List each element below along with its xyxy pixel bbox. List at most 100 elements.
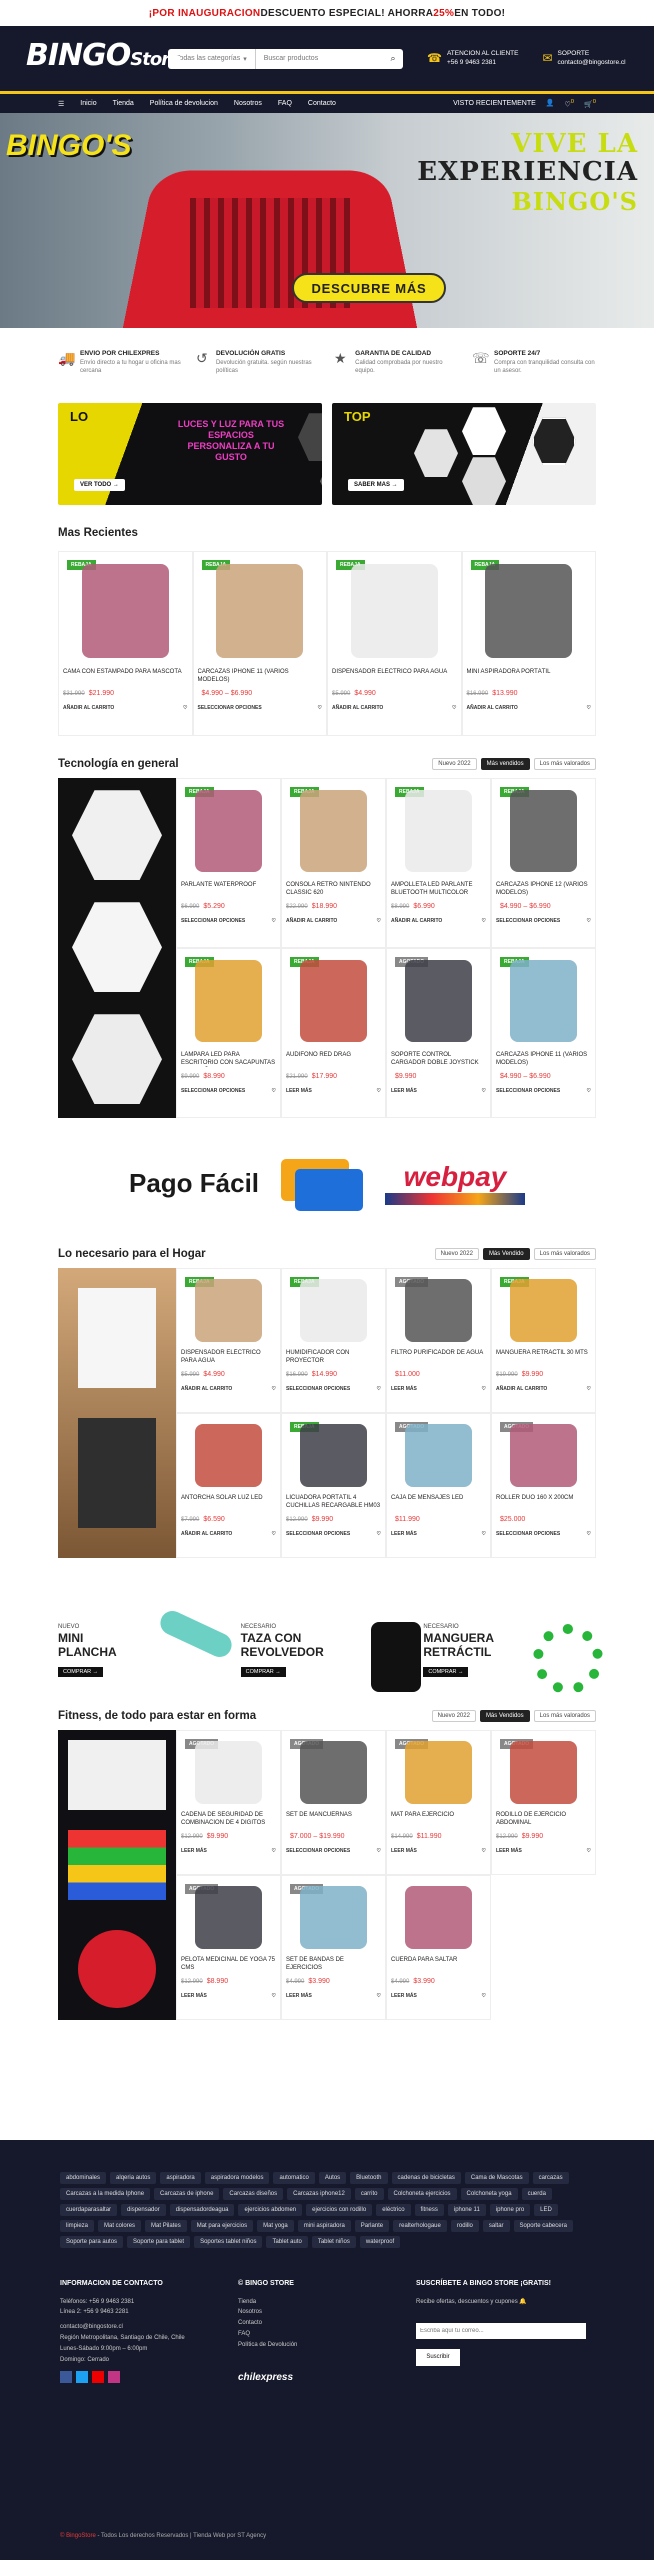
tag-link[interactable]: saltar — [482, 2220, 510, 2232]
product-card[interactable]: ANTORCHA SOLAR LUZ LED $7.990 $6.590 AÑAD… — [176, 1413, 281, 1559]
product-image[interactable]: AGOTADO — [286, 1735, 381, 1809]
tag-link[interactable]: fitness — [414, 2204, 444, 2216]
product-card[interactable]: AGOTADO MAT PARA EJERCICIO $14.990$11.99… — [386, 1730, 491, 1876]
buy-button[interactable]: COMPRAR → — [423, 1666, 469, 1677]
add-to-cart-button[interactable]: AÑADIR AL CARRITO — [181, 1531, 232, 1537]
tag-link[interactable]: iphone 11 — [447, 2204, 486, 2216]
footer-email[interactable]: contacto@bingostore.cl — [60, 2322, 238, 2333]
product-image[interactable]: AGOTADO — [496, 1735, 591, 1809]
attention-phone[interactable]: +56 9 9463 2381 — [447, 59, 519, 68]
product-card[interactable]: AGOTADO ROLLER DUO 160 x 200cm $25.000 S… — [491, 1413, 596, 1559]
product-card[interactable]: REBAJA CONSOLA RETRO NINTENDO CLASSIC 62… — [281, 778, 386, 949]
add-to-cart-button[interactable]: SELECCIONAR OPCIONES — [496, 918, 560, 924]
tag-link[interactable]: Carcazas a la medida Iphone — [60, 2188, 151, 2200]
filter-top-rated[interactable]: Los más valorados — [533, 758, 596, 771]
nav-contacto[interactable]: Contacto — [308, 100, 336, 107]
product-image[interactable]: REBAJA — [496, 1273, 591, 1347]
site-logo[interactable]: BINGOStore — [26, 38, 181, 80]
tag-link[interactable]: Mat yoga — [257, 2220, 294, 2232]
tag-link[interactable]: cadenas de bicicletas — [391, 2172, 461, 2184]
wishlist-icon[interactable]: ♡ — [272, 1088, 276, 1094]
wishlist-icon[interactable]: ♡ — [318, 705, 322, 711]
product-image[interactable]: REBAJA — [286, 783, 381, 879]
tag-link[interactable]: Tablet auto — [266, 2236, 308, 2248]
tag-link[interactable]: aspiradora modelos — [204, 2172, 270, 2184]
add-to-cart-button[interactable]: SELECCIONAR OPCIONES — [198, 705, 262, 711]
filter-new[interactable]: Nuevo 2022 — [432, 758, 477, 771]
product-image[interactable]: REBAJA — [181, 1273, 276, 1347]
tag-link[interactable]: iphone pro — [489, 2204, 531, 2216]
add-to-cart-button[interactable]: AÑADIR AL CARRITO — [467, 705, 518, 711]
product-name[interactable]: Dispensador eléctrico para agua — [181, 1349, 276, 1365]
promo-manguera[interactable]: NECESARIO MANGUERA RETRÁCTIL COMPRAR → — [423, 1614, 604, 1698]
product-name[interactable]: Licuadora Portátil 4 Cuchillas Recargabl… — [286, 1494, 381, 1510]
tag-link[interactable]: carrito — [354, 2188, 384, 2200]
filter-new[interactable]: Nuevo 2022 — [434, 1248, 479, 1261]
product-card[interactable]: REBAJA CARCAZAS IPHONE 12 (VARIOS MODELO… — [491, 778, 596, 949]
wishlist-icon[interactable]: ♡ — [482, 1993, 486, 1999]
wishlist-icon[interactable]: ♡ — [377, 1531, 381, 1537]
product-name[interactable]: MINI ASPIRADORA PORTÁTIL — [467, 668, 592, 684]
tag-link[interactable]: Soportes tablet niños — [194, 2236, 263, 2248]
wishlist-icon[interactable]: ♡ — [377, 1386, 381, 1392]
tag-link[interactable]: Parlante — [354, 2220, 390, 2232]
footer-link-politica[interactable]: Política de Devolución — [238, 2340, 416, 2351]
view-all-button[interactable]: VER TODO → — [74, 479, 125, 492]
add-to-cart-button[interactable]: AÑADIR AL CARRITO — [332, 705, 383, 711]
tag-link[interactable]: Soporte cabecera — [513, 2220, 573, 2232]
product-image[interactable]: AGOTADO — [391, 953, 486, 1049]
learn-more-button[interactable]: SABER MAS → — [348, 479, 404, 492]
wishlist-icon[interactable]: ♡ — [482, 1386, 486, 1392]
product-image[interactable]: AGOTADO — [286, 1880, 381, 1954]
tag-link[interactable]: ejercicios con rodillo — [306, 2204, 373, 2216]
add-to-cart-button[interactable]: AÑADIR AL CARRITO — [181, 1386, 232, 1392]
product-image[interactable]: REBAJA — [496, 953, 591, 1049]
footer-link-contacto[interactable]: Contacto — [238, 2318, 416, 2329]
wishlist-icon[interactable]: ♡ — [183, 705, 187, 711]
product-name[interactable]: CADENA DE SEGURIDAD DE COMBINACION DE 4 … — [181, 1811, 276, 1827]
wishlist-icon[interactable]: ♡ — [452, 705, 456, 711]
footer-link-faq[interactable]: FAQ — [238, 2329, 416, 2340]
product-name[interactable]: HUMIDIFICADOR CON PROYECTOR — [286, 1349, 381, 1365]
product-card[interactable]: AGOTADO RODILLO DE EJERCICIO ABDOMINAL $… — [491, 1730, 596, 1876]
user-icon[interactable]: 👤 — [546, 99, 555, 107]
product-name[interactable]: CUERDA PARA SALTAR — [391, 1956, 486, 1972]
tag-link[interactable]: Carcazas de iphone — [154, 2188, 220, 2200]
tag-link[interactable]: Mat Pilates — [145, 2220, 187, 2232]
tag-link[interactable]: dispensador — [121, 2204, 166, 2216]
product-card[interactable]: CUERDA PARA SALTAR $4.990 $3.990 LEER MÁS… — [386, 1875, 491, 2021]
tag-link[interactable]: alqeria autos — [110, 2172, 157, 2184]
add-to-cart-button[interactable]: SELECCIONAR OPCIONES — [496, 1088, 560, 1094]
product-name[interactable]: RODILLO DE EJERCICIO ABDOMINAL — [496, 1811, 591, 1827]
tag-link[interactable]: Colchoneta ejercicios — [387, 2188, 457, 2200]
add-to-cart-button[interactable]: SELECCIONAR OPCIONES — [496, 1531, 560, 1537]
add-to-cart-button[interactable]: LEER MÁS — [181, 1993, 207, 1999]
nav-politica[interactable]: Política de devolucion — [150, 100, 218, 107]
product-name[interactable]: SET DE BANDAS DE EJERCICIOS — [286, 1956, 381, 1972]
product-card[interactable]: AGOTADO PELOTA MEDICINAL DE YOGA 75 CMS … — [176, 1875, 281, 2021]
search-category-select[interactable]: Todas las categorías ▾ — [168, 48, 256, 69]
product-name[interactable]: CARCAZAS IPHONE 11 (VARIOS MODELOS) — [496, 1051, 591, 1067]
add-to-cart-button[interactable]: AÑADIR AL CARRITO — [63, 705, 114, 711]
filter-top-rated[interactable]: Los más valorados — [533, 1710, 596, 1723]
add-to-cart-button[interactable]: LEER MÁS — [181, 1848, 207, 1854]
wishlist-icon[interactable]: ♡ — [587, 1848, 591, 1854]
product-card[interactable]: REBAJA MINI ASPIRADORA PORTÁTIL $16.990 $… — [461, 551, 596, 737]
wishlist-icon[interactable]: ♡ — [482, 1088, 486, 1094]
search-input[interactable]: Buscar productos — [256, 55, 383, 62]
product-card[interactable]: REBAJA CARCAZAS IPHONE 11 (VARIOS MODELO… — [192, 551, 327, 737]
tag-link[interactable]: aspiradora — [160, 2172, 201, 2184]
wishlist-icon[interactable]: ♡ — [377, 1088, 381, 1094]
tag-link[interactable]: mini aspiradora — [297, 2220, 351, 2232]
promo-taza[interactable]: NECESARIO TAZA CON REVOLVEDOR COMPRAR → — [240, 1614, 421, 1698]
wishlist-icon[interactable]: ♡ — [272, 1993, 276, 1999]
product-name[interactable]: PELOTA MEDICINAL DE YOGA 75 CMS — [181, 1956, 276, 1972]
product-name[interactable]: SET DE MANCUERNAS — [286, 1811, 381, 1827]
wishlist-icon[interactable]: ♡0 — [565, 99, 575, 108]
product-image[interactable] — [391, 1880, 486, 1954]
product-card[interactable]: REBAJA Lámpara Led Para Escritorio Con S… — [176, 948, 281, 1119]
tag-link[interactable]: Colchoneta yoga — [460, 2188, 518, 2200]
banner-top[interactable]: TOP SABER MAS → — [332, 403, 596, 506]
filter-new[interactable]: Nuevo 2022 — [431, 1710, 476, 1723]
product-name[interactable]: CONSOLA RETRO NINTENDO CLASSIC 620 — [286, 881, 381, 897]
